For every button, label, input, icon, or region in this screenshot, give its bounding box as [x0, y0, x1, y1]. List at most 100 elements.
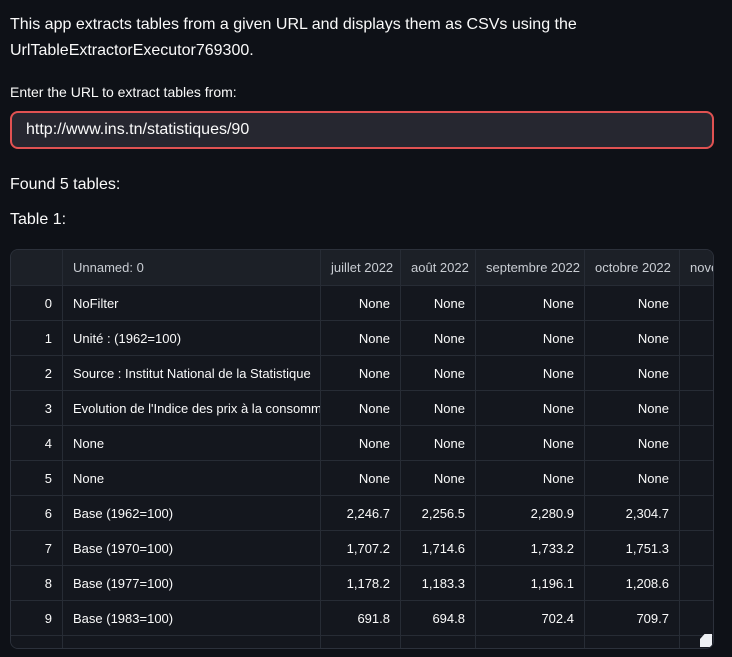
table-cell[interactable]: 1,208.6 — [585, 566, 680, 601]
row-index-cell[interactable]: 10 — [11, 636, 63, 649]
row-index-cell[interactable]: 2 — [11, 356, 63, 391]
table-row: 10Base (1990=100) — [11, 636, 714, 649]
table-cell[interactable] — [476, 636, 585, 649]
row-index-cell[interactable]: 4 — [11, 426, 63, 461]
table-cell[interactable] — [680, 461, 714, 496]
table-cell[interactable] — [321, 636, 401, 649]
dataframe[interactable]: Unnamed: 0juillet 2022août 2022septembre… — [10, 249, 714, 649]
row-index-cell[interactable]: 3 — [11, 391, 63, 426]
table-cell[interactable]: 1,183.3 — [401, 566, 476, 601]
table-row: 1Unité : (1962=100)NoneNoneNoneNone — [11, 321, 714, 356]
table-row: 5NoneNoneNoneNoneNone — [11, 461, 714, 496]
table-row: 3Evolution de l'Indice des prix à la con… — [11, 391, 714, 426]
table-cell[interactable]: 691.8 — [321, 601, 401, 636]
table-cell[interactable] — [680, 566, 714, 601]
table-row: 9Base (1983=100)691.8694.8702.4709.7 — [11, 601, 714, 636]
table-cell[interactable]: 709.7 — [585, 601, 680, 636]
table-cell[interactable]: Base (1962=100) — [63, 496, 321, 531]
table-cell[interactable]: 1,714.6 — [401, 531, 476, 566]
table-cell[interactable] — [680, 391, 714, 426]
table-cell[interactable]: None — [321, 321, 401, 356]
column-header[interactable]: septembre 2022 — [476, 250, 585, 286]
row-index-cell[interactable]: 9 — [11, 601, 63, 636]
table-cell[interactable]: None — [401, 286, 476, 321]
row-index-cell[interactable]: 1 — [11, 321, 63, 356]
table-cell[interactable]: 2,280.9 — [476, 496, 585, 531]
table-row: 8Base (1977=100)1,178.21,183.31,196.11,2… — [11, 566, 714, 601]
table-cell[interactable]: 1,196.1 — [476, 566, 585, 601]
table-cell[interactable]: None — [321, 286, 401, 321]
table-cell[interactable] — [680, 531, 714, 566]
table-cell[interactable] — [680, 426, 714, 461]
table-cell[interactable]: Base (1970=100) — [63, 531, 321, 566]
table-cell[interactable]: 1,751.3 — [585, 531, 680, 566]
column-header[interactable]: Unnamed: 0 — [63, 250, 321, 286]
table-cell[interactable]: 702.4 — [476, 601, 585, 636]
table-cell[interactable] — [680, 286, 714, 321]
table-cell[interactable]: None — [476, 321, 585, 356]
row-index-cell[interactable]: 6 — [11, 496, 63, 531]
column-header[interactable]: août 2022 — [401, 250, 476, 286]
table-cell[interactable] — [401, 636, 476, 649]
table-row: 0NoFilterNoneNoneNoneNone — [11, 286, 714, 321]
app-root: This app extracts tables from a given UR… — [0, 0, 732, 649]
dataframe-body: 0NoFilterNoneNoneNoneNone1Unité : (1962=… — [11, 286, 714, 649]
url-input-label: Enter the URL to extract tables from: — [10, 83, 714, 101]
table-cell[interactable]: None — [401, 356, 476, 391]
table-cell[interactable]: None — [476, 461, 585, 496]
row-index-cell[interactable]: 7 — [11, 531, 63, 566]
table-cell[interactable] — [680, 356, 714, 391]
table-cell[interactable]: None — [63, 461, 321, 496]
table-cell[interactable]: NoFilter — [63, 286, 321, 321]
table-row: 2Source : Institut National de la Statis… — [11, 356, 714, 391]
table-cell[interactable]: None — [476, 426, 585, 461]
table-cell[interactable]: None — [476, 356, 585, 391]
table-cell[interactable]: 694.8 — [401, 601, 476, 636]
table-cell[interactable]: 2,304.7 — [585, 496, 680, 531]
row-index-cell[interactable]: 8 — [11, 566, 63, 601]
table-cell[interactable]: None — [585, 321, 680, 356]
table-cell[interactable]: None — [321, 426, 401, 461]
table-cell[interactable]: Base (1983=100) — [63, 601, 321, 636]
table-row: 6Base (1962=100)2,246.72,256.52,280.92,3… — [11, 496, 714, 531]
table-cell[interactable] — [680, 496, 714, 531]
table-cell[interactable]: None — [401, 461, 476, 496]
table-cell[interactable]: None — [401, 426, 476, 461]
table-cell[interactable]: None — [585, 461, 680, 496]
dataframe-table: Unnamed: 0juillet 2022août 2022septembre… — [11, 250, 714, 649]
table-cell[interactable]: None — [63, 426, 321, 461]
table-cell[interactable]: 2,246.7 — [321, 496, 401, 531]
table-cell[interactable]: None — [321, 356, 401, 391]
index-column-header[interactable] — [11, 250, 63, 286]
url-input[interactable] — [10, 111, 714, 149]
table-cell[interactable] — [680, 601, 714, 636]
table-cell[interactable]: 1,707.2 — [321, 531, 401, 566]
table-cell[interactable]: Base (1977=100) — [63, 566, 321, 601]
app-description: This app extracts tables from a given UR… — [10, 12, 714, 64]
table-cell[interactable]: None — [585, 426, 680, 461]
table-cell[interactable]: Base (1990=100) — [63, 636, 321, 649]
table-cell[interactable] — [680, 321, 714, 356]
table-cell[interactable]: None — [401, 391, 476, 426]
table-cell[interactable]: None — [476, 286, 585, 321]
table-cell[interactable] — [585, 636, 680, 649]
table-cell[interactable]: Unité : (1962=100) — [63, 321, 321, 356]
table-cell[interactable]: Evolution de l'Indice des prix à la cons… — [63, 391, 321, 426]
column-header[interactable]: octobre 2022 — [585, 250, 680, 286]
table-cell[interactable]: None — [585, 286, 680, 321]
table-cell[interactable]: 2,256.5 — [401, 496, 476, 531]
table-cell[interactable]: None — [585, 356, 680, 391]
column-header[interactable]: juillet 2022 — [321, 250, 401, 286]
table-cell[interactable]: Source : Institut National de la Statist… — [63, 356, 321, 391]
table-cell[interactable]: None — [321, 391, 401, 426]
table-cell[interactable]: None — [476, 391, 585, 426]
found-tables-text: Found 5 tables: — [10, 175, 714, 195]
table-cell[interactable]: None — [585, 391, 680, 426]
row-index-cell[interactable]: 5 — [11, 461, 63, 496]
table-cell[interactable]: 1,733.2 — [476, 531, 585, 566]
row-index-cell[interactable]: 0 — [11, 286, 63, 321]
table-cell[interactable]: None — [401, 321, 476, 356]
table-cell[interactable]: 1,178.2 — [321, 566, 401, 601]
table-cell[interactable]: None — [321, 461, 401, 496]
column-header[interactable]: novembre 2022 — [680, 250, 714, 286]
